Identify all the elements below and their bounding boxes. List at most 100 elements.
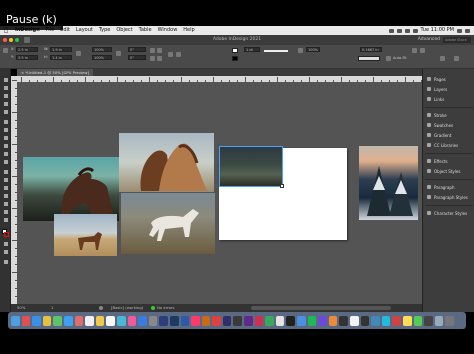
page-tool-icon[interactable]	[2, 93, 9, 99]
zoom-app-icon[interactable]	[297, 315, 306, 326]
rotate-cw-icon[interactable]	[150, 48, 155, 53]
width-field[interactable]: 1.9 in	[50, 47, 72, 52]
panel-paragraph[interactable]: Paragraph	[427, 183, 455, 191]
select-content-icon[interactable]	[176, 52, 181, 57]
facetime-icon[interactable]	[265, 315, 274, 326]
menu-window[interactable]: Window	[155, 26, 181, 35]
clock[interactable]: Tue 11:00 PM	[421, 26, 454, 35]
object-style-dropdown[interactable]	[358, 56, 380, 61]
menu-table[interactable]: Table	[136, 26, 155, 35]
horizontal-scrollbar[interactable]	[251, 306, 391, 310]
app-icon[interactable]	[328, 315, 338, 326]
panel-pages[interactable]: Pages	[427, 75, 446, 83]
panel-swatches[interactable]: Swatches	[427, 121, 453, 129]
rectangle-frame-tool-icon[interactable]	[2, 151, 9, 157]
content-collector-icon[interactable]	[2, 109, 9, 115]
stroke-weight-field[interactable]: 1 pt	[244, 47, 260, 52]
stock-search-input[interactable]: Adobe Stock	[443, 37, 471, 43]
lightroom-classic-icon[interactable]	[159, 315, 168, 326]
app-icon[interactable]	[350, 315, 359, 326]
panel-stroke[interactable]: Stroke	[427, 111, 447, 119]
notion-icon[interactable]	[286, 315, 296, 326]
pencil-tool-icon[interactable]	[2, 143, 9, 149]
horse-in-field-photo[interactable]	[54, 214, 117, 256]
flip-horizontal-icon[interactable]	[150, 56, 155, 61]
panel-layers[interactable]: Layers	[427, 85, 447, 93]
app-icon[interactable]	[381, 315, 391, 326]
pasteboard[interactable]	[17, 82, 422, 304]
type-tool-icon[interactable]	[2, 119, 9, 125]
spotify-icon[interactable]	[307, 315, 317, 326]
app-icon[interactable]	[424, 315, 433, 326]
apply-color-icon[interactable]	[2, 249, 9, 255]
menu-help[interactable]: Help	[180, 26, 197, 35]
app-icon[interactable]	[360, 315, 370, 326]
preview-icon[interactable]	[275, 315, 285, 326]
height-field[interactable]: 1.4 in	[50, 55, 72, 60]
resize-handle[interactable]	[280, 184, 284, 188]
finder-icon[interactable]	[11, 315, 20, 326]
constrain-scale-icon[interactable]	[116, 51, 121, 56]
rotate-ccw-icon[interactable]	[157, 48, 162, 53]
reference-point-icon[interactable]	[3, 48, 8, 53]
constrain-proportions-icon[interactable]	[76, 51, 81, 56]
lightroom-icon[interactable]	[169, 315, 179, 326]
formatting-container-icon[interactable]	[2, 241, 9, 247]
horse-photo-sunset[interactable]	[23, 157, 119, 221]
mail-icon[interactable]	[63, 315, 73, 326]
launchpad-icon[interactable]	[21, 315, 31, 326]
menu-object[interactable]: Object	[113, 26, 135, 35]
stroke-type-selector[interactable]	[264, 50, 288, 52]
messages-icon[interactable]	[53, 315, 62, 326]
illustrator-icon[interactable]	[201, 315, 211, 326]
terminal-icon[interactable]	[233, 315, 243, 326]
app-icon[interactable]	[339, 315, 348, 326]
notes-icon[interactable]	[95, 315, 105, 326]
scale-y-field[interactable]: 100%	[92, 55, 112, 60]
direct-selection-tool-icon[interactable]	[2, 85, 9, 91]
music-icon[interactable]	[127, 315, 137, 326]
x-field[interactable]: 2.5 in	[16, 47, 38, 52]
hand-tool-icon[interactable]	[2, 209, 9, 215]
panel-menu-icon[interactable]	[454, 56, 459, 61]
scissors-tool-icon[interactable]	[2, 169, 9, 175]
panel-character-styles[interactable]: Character Styles	[427, 209, 467, 217]
selection-tool-icon[interactable]	[2, 77, 9, 83]
line-tool-icon[interactable]	[2, 127, 9, 133]
drop-shadow-icon[interactable]	[298, 48, 303, 53]
panel-cc-libraries[interactable]: CC Libraries	[427, 141, 458, 149]
menu-layout[interactable]: Layout	[73, 26, 96, 35]
safari-icon[interactable]	[32, 315, 41, 326]
preflight-profile[interactable]: [Basic] (working)	[111, 304, 143, 312]
app-icon[interactable]	[318, 315, 327, 326]
chrome-icon[interactable]	[42, 315, 52, 326]
panel-gradient[interactable]: Gradient	[427, 131, 451, 139]
selected-image-frame[interactable]	[219, 146, 283, 187]
battery-icon[interactable]	[412, 28, 418, 33]
app-icon[interactable]	[371, 315, 380, 326]
workspace-switcher[interactable]: Advanced	[418, 35, 440, 45]
premiere-icon[interactable]	[222, 315, 232, 326]
settings-icon[interactable]	[148, 315, 158, 326]
corner-size-field[interactable]: 0.1667 in	[360, 47, 382, 52]
trash-icon[interactable]	[445, 315, 454, 326]
close-tab-icon[interactable]: ×	[21, 70, 24, 75]
indesign-icon[interactable]	[191, 315, 200, 326]
document-tab[interactable]: × *Untitled-1 @ 50% [GPU Preview]	[17, 69, 93, 76]
reminders-icon[interactable]	[106, 315, 115, 326]
stroke-swatch[interactable]	[232, 56, 238, 61]
after-effects-icon[interactable]	[244, 315, 253, 326]
menu-type[interactable]: Type	[96, 26, 113, 35]
snowy-forest-photo[interactable]	[359, 146, 418, 220]
app-store-icon[interactable]	[138, 315, 147, 326]
panel-paragraph-styles[interactable]: Paragraph Styles	[427, 193, 468, 201]
auto-fit-checkbox[interactable]	[386, 56, 391, 61]
flip-vertical-icon[interactable]	[157, 56, 162, 61]
downloads-stack-icon[interactable]	[434, 315, 444, 326]
panel-object-styles[interactable]: Object Styles	[427, 167, 460, 175]
search-icon[interactable]	[457, 28, 462, 33]
opacity-field[interactable]: 100%	[306, 47, 320, 52]
app-icon[interactable]	[413, 315, 423, 326]
free-transform-tool-icon[interactable]	[2, 177, 9, 183]
stroke-color-icon[interactable]	[4, 232, 9, 237]
